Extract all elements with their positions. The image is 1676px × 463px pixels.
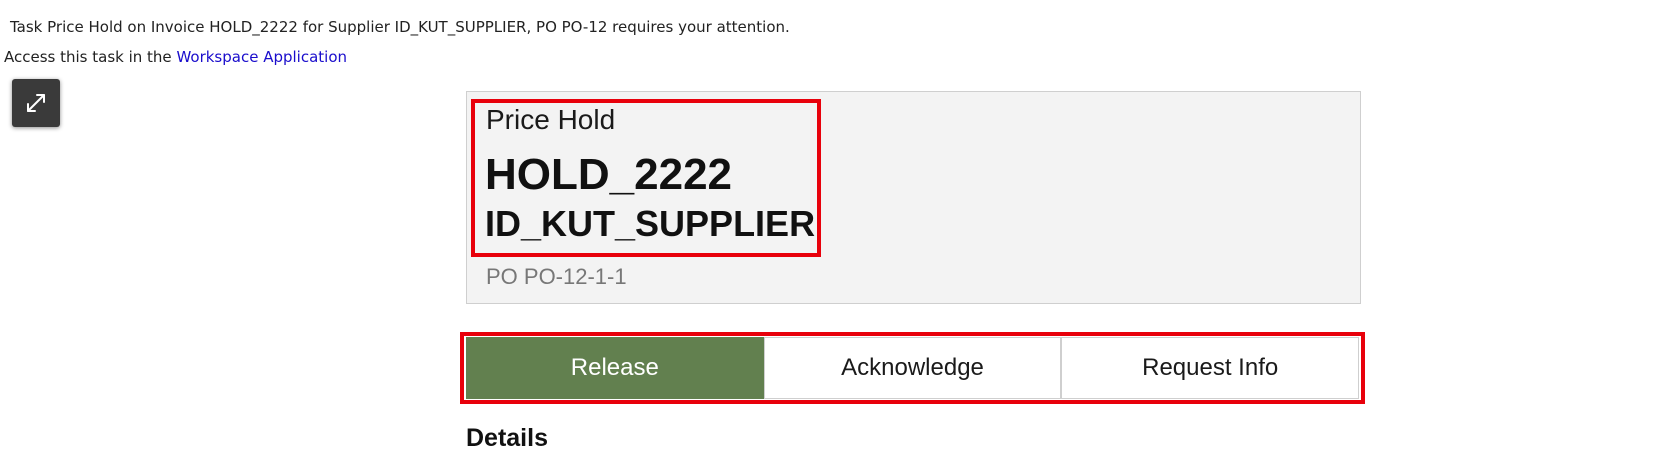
details-heading: Details [466, 424, 548, 452]
notification-message: Task Price Hold on Invoice HOLD_2222 for… [10, 18, 790, 36]
po-number: PO PO-12-1-1 [486, 264, 627, 289]
acknowledge-button[interactable]: Acknowledge [763, 337, 1062, 399]
invoice-number: HOLD_2222 [485, 150, 733, 199]
action-button-group: Release Acknowledge Request Info [466, 337, 1360, 399]
access-line: Access this task in the Workspace Applic… [4, 48, 347, 66]
release-button[interactable]: Release [466, 337, 764, 399]
request-info-button[interactable]: Request Info [1061, 337, 1360, 399]
task-title: Price Hold [486, 104, 616, 135]
access-prefix: Access this task in the [4, 48, 177, 66]
expand-arrows-icon [27, 94, 45, 112]
expand-button[interactable] [12, 79, 60, 127]
supplier-id: ID_KUT_SUPPLIER [485, 203, 816, 244]
workspace-application-link[interactable]: Workspace Application [176, 48, 347, 66]
